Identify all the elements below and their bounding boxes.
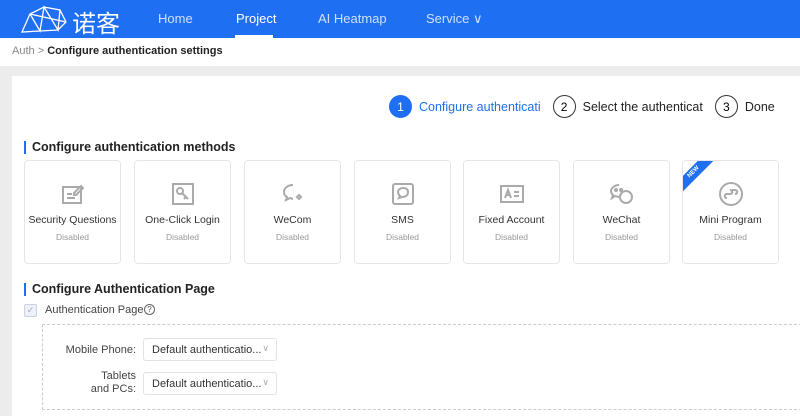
method-name: One-Click Login [145,214,220,226]
wecom-icon [282,184,302,202]
method-card-security-questions[interactable]: Security Questions Disabled [24,160,121,264]
chevron-down-icon: ∨ [262,343,269,353]
method-name: WeCom [273,214,312,226]
mobile-phone-label: Mobile Phone: [65,344,136,356]
tablets-pcs-label: Tablets and PCs: [90,370,136,395]
steps: 1 Configure authenticati 2 Select the au… [389,95,787,118]
method-status: Disabled [604,232,639,242]
method-name: Mini Program [699,214,762,226]
mobile-phone-value: Default authenticatio... [152,344,262,356]
methods-title: Configure authentication methods [24,141,235,154]
breadcrumb: Auth > Configure authentication settings [0,38,800,66]
method-name: Security Questions [28,214,117,226]
edit-form-icon [61,184,84,204]
mobile-phone-select[interactable]: Default authenticatio... ∨ [143,338,277,361]
mini-program-icon [718,182,743,206]
step-1-label: Configure authenticati [419,99,541,114]
nav-home[interactable]: Home [158,11,193,26]
step-2-label: Select the authenticat [582,99,703,114]
step-1-number: 1 [389,95,412,118]
method-name: WeChat [602,214,641,226]
tablets-pcs-value: Default authenticatio... [152,378,262,390]
method-status: Disabled [55,232,90,242]
top-nav: 诺客 Home Project AI Heatmap Service ∨ [0,0,800,38]
breadcrumb-parent[interactable]: Auth [12,45,35,57]
tablets-pcs-select[interactable]: Default authenticatio... ∨ [143,372,277,395]
new-badge: NEW [683,161,716,195]
method-status: Disabled [275,232,310,242]
nav-service[interactable]: Service ∨ [426,11,482,27]
method-card-mini-program[interactable]: NEW Mini Program Disabled [682,160,779,264]
sms-icon [391,183,414,205]
method-name: Fixed Account [478,214,545,226]
step-3-label: Done [744,99,775,114]
wechat-icon [609,184,633,204]
method-card-one-click-login[interactable]: One-Click Login Disabled [134,160,231,264]
breadcrumb-separator: > [34,45,48,57]
chevron-down-icon: ∨ [262,377,269,387]
logo-icon [20,5,67,33]
method-card-wechat[interactable]: WeChat Disabled [573,160,670,264]
key-icon [171,183,194,205]
brand-name: 诺客 [72,10,120,38]
nav-project[interactable]: Project [236,11,276,26]
method-status: Disabled [385,232,420,242]
step-2-number: 2 [552,95,576,118]
method-status: Disabled [165,232,200,242]
auth-page-checkbox[interactable]: ✓ [24,304,37,317]
id-card-icon [499,185,524,203]
method-status: Disabled [713,232,748,242]
method-card-wecom[interactable]: WeCom Disabled [244,160,341,264]
method-card-sms[interactable]: SMS Disabled [354,160,451,264]
nav-ai-heatmap[interactable]: AI Heatmap [318,11,387,26]
breadcrumb-current: Configure authentication settings [47,45,223,57]
method-status: Disabled [494,232,529,242]
step-3-number: 3 [714,95,738,118]
method-card-fixed-account[interactable]: Fixed Account Disabled [463,160,560,264]
auth-page-title: Configure Authentication Page [24,283,215,296]
method-name: SMS [391,214,414,226]
auth-page-settings-box [42,324,800,410]
auth-page-checkbox-label: Authentication Page [45,304,144,316]
help-icon[interactable]: ? [144,304,155,315]
